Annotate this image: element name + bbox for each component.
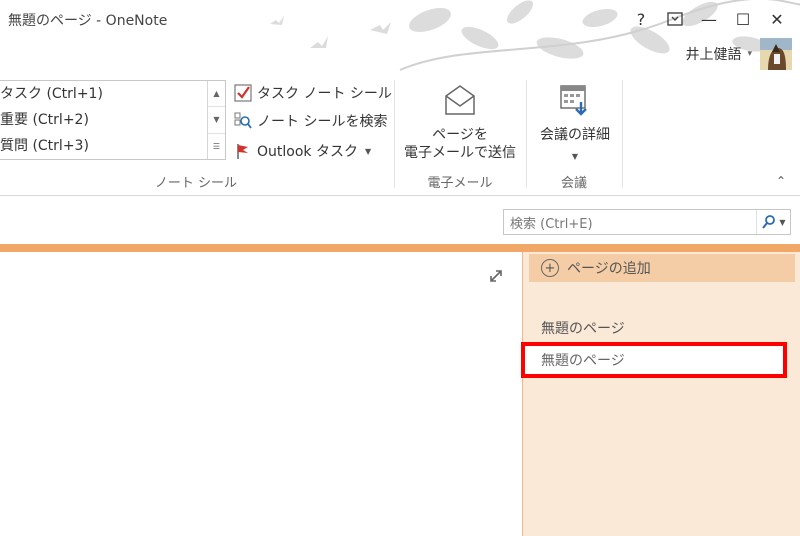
search-scope-button[interactable]: ▼ (756, 210, 790, 234)
chevron-down-icon: ▼ (213, 115, 220, 125)
tag-gallery-item-important[interactable]: 重要 (Ctrl+2) (0, 107, 225, 133)
add-page-button[interactable]: + ページの追加 (529, 254, 795, 282)
meeting-details-label: 会議の詳細 (540, 127, 610, 143)
section-title: 無題のページ (541, 321, 625, 337)
add-page-label: ページの追加 (567, 261, 651, 277)
meeting-details-button[interactable]: 会議の詳細 ▼ (530, 80, 620, 166)
todo-tag-label: タスク ノート シール (257, 86, 392, 102)
group-label-tags: ノート シール (154, 176, 238, 191)
search-icon (762, 215, 776, 229)
envelope-icon (445, 85, 475, 115)
search-input[interactable]: 検索 (Ctrl+E) (504, 213, 756, 232)
chevron-down-icon: ▾ (747, 49, 752, 59)
expand-page-icon[interactable] (488, 268, 504, 284)
gallery-scroll-up-button[interactable]: ▲ (208, 81, 225, 108)
avatar[interactable] (760, 38, 792, 70)
outlook-tasks-button[interactable]: Outlook タスク ▼ (234, 138, 371, 164)
chevron-up-icon: ▲ (213, 89, 220, 99)
section-color-bar (0, 244, 800, 252)
chevron-down-icon: ▼ (779, 217, 786, 227)
calendar-icon (560, 85, 587, 116)
gallery-scroll-down-button[interactable]: ▼ (208, 107, 225, 134)
maximize-button[interactable]: ☐ (726, 6, 760, 32)
add-circle-icon: + (541, 259, 559, 277)
window-title: 無題のページ - OneNote (8, 13, 168, 29)
window-controls: ? — ☐ ✕ (624, 6, 794, 32)
checkbox-checked-icon (234, 84, 252, 102)
minimize-button[interactable]: — (692, 6, 726, 32)
help-button[interactable]: ? (624, 6, 658, 32)
find-tags-icon (234, 112, 252, 130)
user-name: 井上健語 (685, 47, 742, 63)
chevron-down-icon: ▼ (571, 152, 579, 161)
gallery-scrollbar: ▲ ▼ ☰ (207, 81, 225, 159)
tag-gallery-item-question[interactable]: 質問 (Ctrl+3) (0, 133, 225, 159)
chevron-up-icon: ⌃ (775, 174, 786, 188)
email-page-button[interactable]: ページを 電子メールで送信 (400, 80, 520, 162)
group-divider (526, 80, 527, 188)
todo-tag-button[interactable]: タスク ノート シール (234, 80, 392, 106)
page-list-pane: + ページの追加 無題のページ 無題のページ (521, 252, 800, 536)
page-canvas[interactable] (0, 252, 522, 536)
ribbon-display-icon (667, 12, 683, 26)
collapse-ribbon-button[interactable]: ⌃ (776, 174, 786, 188)
outlook-tasks-label: Outlook タスク (257, 144, 358, 160)
gallery-more-button[interactable]: ☰ (208, 134, 225, 159)
title-bar: 無題のページ - OneNote ? — ☐ ✕ 井上健語 ▾ (0, 0, 800, 76)
group-label-email: 電子メール (427, 176, 493, 191)
email-page-label-1: ページを (432, 127, 488, 143)
email-page-label-2: 電子メールで送信 (404, 145, 516, 161)
more-icon: ☰ (212, 141, 221, 151)
close-button[interactable]: ✕ (760, 6, 794, 32)
ribbon: タスク (Ctrl+1) 重要 (Ctrl+2) 質問 (Ctrl+3) ▲ ▼… (0, 76, 800, 196)
find-tags-label: ノート シールを検索 (257, 114, 388, 130)
find-tags-button[interactable]: ノート シールを検索 (234, 108, 387, 134)
flag-icon (234, 142, 252, 160)
group-divider (622, 80, 623, 188)
chevron-down-icon: ▼ (364, 146, 372, 156)
ribbon-display-options-button[interactable] (658, 6, 692, 32)
group-divider (394, 80, 395, 188)
search-row: 検索 (Ctrl+E) ▼ (0, 196, 800, 244)
page-tab-untitled[interactable]: 無題のページ (521, 342, 787, 378)
group-label-meetings: 会議 (560, 176, 587, 191)
account-menu[interactable]: 井上健語 ▾ (685, 44, 752, 64)
tag-gallery: タスク (Ctrl+1) 重要 (Ctrl+2) 質問 (Ctrl+3) ▲ ▼… (0, 80, 226, 160)
search-box[interactable]: 検索 (Ctrl+E) ▼ (503, 209, 791, 235)
tag-gallery-item-task[interactable]: タスク (Ctrl+1) (0, 81, 225, 107)
